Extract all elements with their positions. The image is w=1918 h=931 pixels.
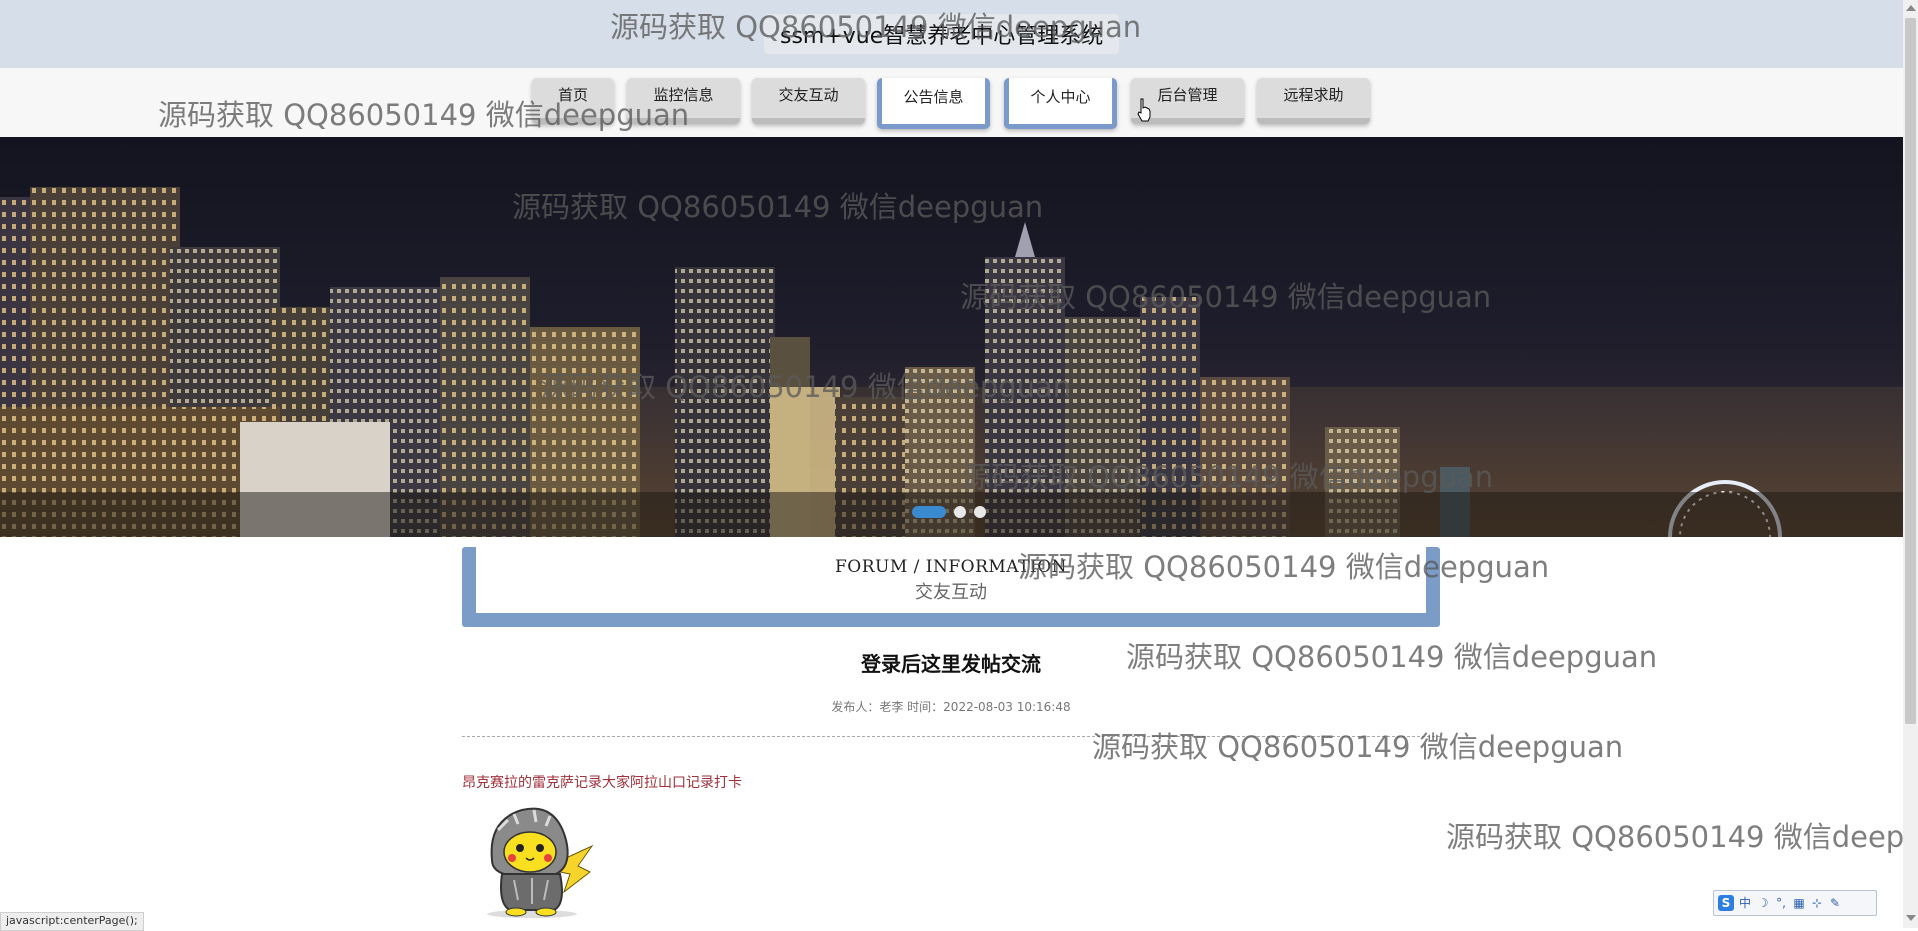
carousel-dot-2[interactable] — [954, 506, 966, 518]
post-title: 登录后这里发帖交流 — [861, 652, 1041, 676]
nav-item-remote-help[interactable]: 远程求助 — [1257, 78, 1370, 124]
banner-carousel — [0, 137, 1903, 537]
site-title: ssm+vue智慧养老中心管理系统 — [764, 14, 1120, 54]
nav-item-monitoring[interactable]: 监控信息 — [627, 78, 740, 124]
ime-logo-icon[interactable]: S — [1718, 895, 1734, 911]
ime-toolbar[interactable]: S 中 ☽ °, ▦ ⊹ ✎ — [1713, 890, 1877, 916]
carousel-dot-1[interactable] — [912, 506, 946, 518]
section-heading: FORUM / INFORMATION 交友互动 — [476, 547, 1426, 613]
post-divider — [462, 736, 1440, 737]
vertical-scrollbar[interactable] — [1903, 0, 1918, 928]
settings-icon[interactable]: ✎ — [1826, 891, 1844, 915]
ime-lang-toggle[interactable]: 中 — [1736, 891, 1754, 915]
toolbox-icon[interactable]: ⊹ — [1808, 891, 1826, 915]
scrollbar-thumb[interactable] — [1905, 18, 1916, 724]
nav-item-profile[interactable]: 个人中心 — [1004, 78, 1117, 129]
city-skyline-image — [0, 187, 1903, 537]
post-image — [487, 807, 594, 918]
post-body: 昂克赛拉的雷克萨记录大家阿拉山口记录打卡 — [462, 775, 742, 791]
section-title-en: FORUM / INFORMATION — [834, 557, 1068, 577]
main-nav: 首页 监控信息 交友互动 公告信息 个人中心 后台管理 远程求助 — [0, 68, 1918, 137]
section-heading-frame: FORUM / INFORMATION 交友互动 — [462, 547, 1440, 627]
scroll-down-arrow-icon[interactable] — [1906, 915, 1916, 921]
nav-item-forum[interactable]: 交友互动 — [752, 78, 865, 124]
carousel-dot-3[interactable] — [974, 506, 986, 518]
top-header: ssm+vue智慧养老中心管理系统 — [0, 0, 1918, 68]
hand-cursor-icon — [1137, 98, 1151, 122]
watermark-text: 源码获取 QQ86050149 微信deepguan — [1446, 820, 1918, 854]
punctuation-icon[interactable]: °, — [1772, 891, 1790, 915]
browser-status-bar: javascript:centerPage(); — [0, 912, 144, 931]
keyboard-icon[interactable]: ▦ — [1790, 891, 1808, 915]
scroll-up-arrow-icon[interactable] — [1906, 5, 1916, 11]
section-title-cn: 交友互动 — [915, 582, 987, 603]
watermark-text: 源码获取 QQ86050149 微信deepguan — [1092, 730, 1624, 764]
moon-icon[interactable]: ☽ — [1754, 891, 1772, 915]
carousel-indicators — [912, 506, 994, 518]
nav-item-notice[interactable]: 公告信息 — [877, 78, 990, 129]
post-meta: 发布人：老李 时间：2022-08-03 10:16:48 — [831, 700, 1071, 714]
nav-item-home[interactable]: 首页 — [532, 78, 614, 124]
